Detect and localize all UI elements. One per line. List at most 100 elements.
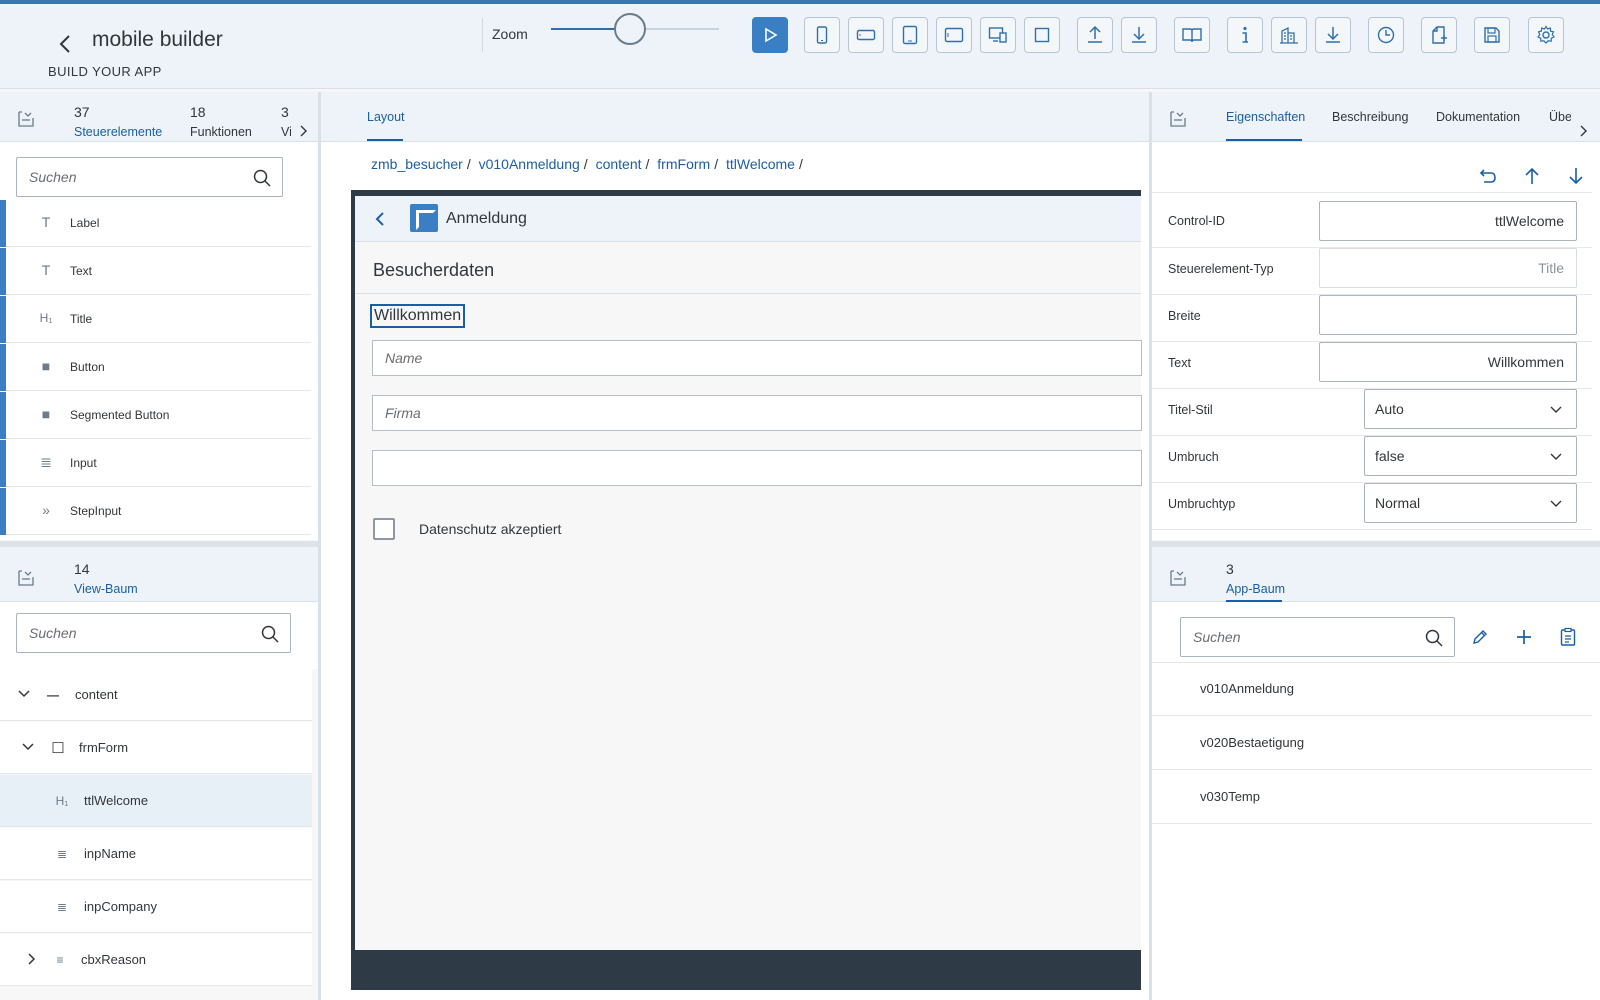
controls-search[interactable]	[16, 157, 283, 197]
tree-node-inpname[interactable]: ≣ inpName	[0, 828, 312, 880]
arrow-up-icon[interactable]	[1520, 164, 1544, 188]
tab-functions[interactable]: Funktionen	[190, 125, 252, 139]
control-item-title[interactable]: H₁ Title	[0, 296, 311, 343]
tab-overview[interactable]: Übe	[1549, 110, 1571, 124]
info-button[interactable]	[1227, 17, 1263, 53]
chevron-right-icon[interactable]	[24, 951, 40, 967]
chevron-right-icon[interactable]	[1577, 124, 1589, 138]
prop-width-input[interactable]	[1320, 296, 1576, 334]
chevron-down-icon[interactable]	[20, 739, 36, 755]
chevron-right-icon[interactable]	[297, 124, 309, 138]
tree-node-content[interactable]: — content	[0, 669, 312, 721]
control-item-segmented-button[interactable]: ■ Segmented Button	[0, 392, 311, 439]
controls-search-input[interactable]	[17, 158, 229, 196]
phone-landscape-icon	[856, 29, 876, 41]
breadcrumb-view[interactable]: v010Anmeldung	[479, 156, 580, 172]
edit-pencil-icon[interactable]	[1468, 625, 1492, 649]
control-item-label[interactable]: T Label	[0, 200, 311, 247]
undo-icon[interactable]	[1476, 164, 1500, 188]
search-icon[interactable]	[260, 624, 280, 644]
tab-view-tree-count: 14	[74, 561, 90, 577]
search-icon[interactable]	[252, 168, 272, 188]
tab-controls[interactable]: Steuerelemente	[74, 125, 162, 139]
item-accent-bar	[0, 440, 6, 487]
app-tree-item-v020[interactable]: v020Bestaetigung	[1152, 717, 1592, 770]
collapse-panel-icon[interactable]	[17, 110, 35, 128]
arrow-down-icon[interactable]	[1564, 164, 1588, 188]
add-plus-icon[interactable]	[1512, 625, 1536, 649]
zoom-slider-handle[interactable]	[613, 13, 646, 45]
settings-button[interactable]	[1528, 17, 1564, 53]
search-icon[interactable]	[1424, 628, 1444, 648]
breadcrumb-control[interactable]: ttlWelcome	[726, 156, 795, 172]
item-accent-bar	[0, 248, 6, 295]
tab-description[interactable]: Beschreibung	[1332, 110, 1408, 124]
preview-privacy-checkbox[interactable]	[373, 518, 395, 540]
preview-welcome-title[interactable]: Willkommen	[370, 304, 466, 328]
tablet-landscape-icon	[944, 27, 964, 43]
control-item-stepinput[interactable]: » StepInput	[0, 488, 311, 535]
back-arrow-icon[interactable]	[371, 208, 389, 230]
preview-name-input[interactable]	[373, 341, 1141, 375]
control-item-input[interactable]: ≣ Input	[0, 440, 311, 487]
tablet-portrait-button[interactable]	[892, 17, 928, 53]
prop-control-id-field[interactable]	[1319, 201, 1577, 241]
prop-text-field[interactable]	[1319, 342, 1577, 382]
breadcrumb-form[interactable]: frmForm	[657, 156, 710, 172]
tab-app-tree[interactable]: App-Baum	[1226, 582, 1285, 596]
preview-company-field[interactable]	[372, 395, 1142, 431]
clipboard-icon[interactable]	[1556, 625, 1580, 649]
tree-node-frmform[interactable]: ☐ frmForm	[0, 722, 312, 774]
prop-title-style-select[interactable]: Auto	[1364, 389, 1577, 429]
tab-documentation[interactable]: Dokumentation	[1436, 110, 1520, 124]
phone-portrait-button[interactable]	[804, 17, 840, 53]
upload-button[interactable]	[1077, 17, 1113, 53]
tree-node-cbxreason[interactable]: ≡ cbxReason	[0, 934, 312, 986]
play-button[interactable]	[752, 17, 788, 53]
prop-text-input[interactable]	[1320, 343, 1576, 381]
desktop-button[interactable]	[980, 17, 1016, 53]
buildings-button[interactable]	[1271, 17, 1307, 53]
fullscreen-button[interactable]	[1024, 17, 1060, 53]
tab-view-tree[interactable]: View-Baum	[74, 582, 138, 596]
app-tree-item-v010[interactable]: v010Anmeldung	[1152, 663, 1592, 716]
download-button[interactable]	[1121, 17, 1157, 53]
prop-width-field[interactable]	[1319, 295, 1577, 335]
tree-node-ttlwelcome[interactable]: H₁ ttlWelcome	[0, 775, 312, 827]
app-tree-search-input[interactable]	[1181, 618, 1400, 656]
phone-landscape-button[interactable]	[848, 17, 884, 53]
layout-canvas: Layout zmb_besucher / v010Anmeldung / cont…	[321, 92, 1149, 1000]
preview-reason-input[interactable]	[373, 451, 1141, 485]
view-tree-search[interactable]	[16, 613, 291, 653]
tablet-landscape-button[interactable]	[936, 17, 972, 53]
tab-properties[interactable]: Eigenschaften	[1226, 110, 1305, 124]
control-item-text[interactable]: T Text	[0, 248, 311, 295]
prop-control-id-input[interactable]	[1320, 202, 1576, 240]
tab-views[interactable]: Vi	[281, 125, 291, 139]
history-button[interactable]	[1368, 17, 1404, 53]
breadcrumb-content[interactable]: content	[596, 156, 642, 172]
tab-layout[interactable]: Layout	[367, 110, 405, 124]
app-tree-search[interactable]	[1180, 617, 1455, 657]
breadcrumb-app[interactable]: zmb_besucher	[371, 156, 463, 172]
prop-wrap-type-select[interactable]: Normal	[1364, 483, 1577, 523]
preview-company-input[interactable]	[373, 396, 1141, 430]
book-button[interactable]	[1174, 17, 1210, 53]
collapse-panel-icon[interactable]	[1169, 110, 1187, 128]
control-item-button[interactable]: ■ Button	[0, 344, 311, 391]
new-file-button[interactable]	[1421, 17, 1457, 53]
collapse-panel-icon[interactable]	[17, 569, 35, 587]
input-lines-icon: ≣	[40, 453, 52, 470]
back-arrow-icon[interactable]	[56, 32, 76, 56]
download-alt-button[interactable]	[1315, 17, 1351, 53]
preview-name-field[interactable]	[372, 340, 1142, 376]
collapse-panel-icon[interactable]	[1169, 569, 1187, 587]
view-tree-search-input[interactable]	[17, 614, 236, 652]
save-button[interactable]	[1474, 17, 1510, 53]
zoom-slider[interactable]	[551, 13, 719, 45]
app-tree-item-v030[interactable]: v030Temp	[1152, 771, 1592, 824]
tree-node-inpcompany[interactable]: ≣ inpCompany	[0, 881, 312, 933]
prop-wrap-select[interactable]: false	[1364, 436, 1577, 476]
preview-reason-field[interactable]	[372, 450, 1142, 486]
chevron-down-icon[interactable]	[16, 686, 32, 702]
